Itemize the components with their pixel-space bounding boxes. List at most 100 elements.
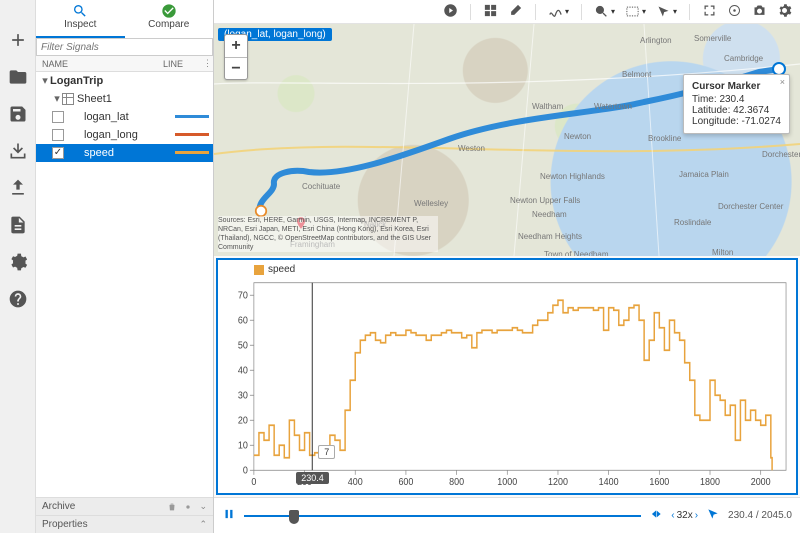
tooltip-close-button[interactable]: ×: [780, 77, 785, 87]
map-zoom-controls: + −: [224, 34, 248, 80]
svg-text:1600: 1600: [649, 477, 669, 489]
cursor-y-label: 7: [318, 445, 335, 459]
map-place-label: Weston: [458, 144, 485, 153]
tree-signal-row[interactable]: logan_long: [36, 126, 213, 144]
signal-line-swatch: [175, 115, 209, 118]
zoom-dropdown[interactable]: ▾: [594, 4, 615, 19]
map-place-label: Cambridge: [724, 54, 763, 63]
signal-label: speed: [84, 147, 175, 159]
tree-sheet-row[interactable]: ▾ Sheet1: [36, 90, 213, 108]
tree-signal-row[interactable]: logan_lat: [36, 108, 213, 126]
chevron-up-icon: ⌃: [199, 519, 207, 530]
map-place-label: Jamaica Plain: [679, 170, 729, 179]
playback-speed-control[interactable]: ‹ 32x ›: [671, 510, 698, 521]
map-place-label: Newton Upper Falls: [510, 196, 580, 205]
cursor-x-label: 230.4: [296, 472, 329, 484]
signal-label: logan_lat: [84, 111, 175, 123]
app-icon-rail: [0, 0, 36, 533]
chevron-down-icon: ⌄: [199, 501, 207, 512]
tree-signal-row[interactable]: ✓ speed: [36, 144, 213, 162]
play-circle-icon[interactable]: [443, 3, 458, 21]
svg-text:1400: 1400: [599, 477, 619, 489]
fit-icon[interactable]: [702, 3, 717, 21]
cursor-arrow-icon: [706, 507, 720, 524]
zoom-in-button[interactable]: +: [225, 35, 247, 57]
signal-panel: Inspect Compare NAME LINE ⋮ ▾ LoganTrip …: [36, 0, 214, 533]
filter-signals-input[interactable]: [36, 38, 213, 56]
signal-line-swatch: [175, 133, 209, 136]
tree-root-label: LoganTrip: [50, 75, 213, 87]
svg-text:0: 0: [243, 465, 248, 477]
inspect-tab-label: Inspect: [36, 19, 125, 30]
svg-text:50: 50: [238, 340, 248, 352]
map-place-label: Needham: [532, 210, 567, 219]
svg-text:2000: 2000: [751, 477, 771, 489]
cursor-dropdown[interactable]: ▾: [656, 4, 677, 19]
plot-toolbar: ▾ ▾ ▾ ▾: [214, 0, 800, 24]
map-place-label: Belmont: [622, 70, 651, 79]
export-icon[interactable]: [8, 178, 28, 201]
map-place-label: Cochituate: [302, 182, 340, 191]
signal-tree: ▾ LoganTrip ▾ Sheet1 logan_lat logan_lon…: [36, 72, 213, 497]
signal-checkbox[interactable]: [52, 129, 64, 141]
pause-button[interactable]: [222, 507, 236, 524]
import-icon[interactable]: [8, 141, 28, 164]
zoom-out-button[interactable]: −: [225, 57, 247, 79]
svg-text:400: 400: [348, 477, 363, 489]
gear-small-icon[interactable]: [183, 502, 193, 512]
compare-tab-label: Compare: [125, 19, 214, 30]
svg-text:60: 60: [238, 315, 248, 327]
folder-icon[interactable]: [8, 67, 28, 90]
archive-panel-toggle[interactable]: Archive ⌄: [36, 497, 213, 515]
map-attribution: Sources: Esri, HERE, Garmin, USGS, Inter…: [218, 216, 438, 252]
map-place-label: Newton Highlands: [540, 172, 605, 181]
signal-style-dropdown[interactable]: ▾: [548, 4, 569, 19]
step-back-button[interactable]: [649, 507, 663, 524]
svg-text:800: 800: [449, 477, 464, 489]
time-readout: 230.4 / 2045.0: [728, 510, 792, 521]
archive-label: Archive: [42, 501, 75, 512]
target-icon[interactable]: [727, 3, 742, 21]
grid-icon[interactable]: [483, 3, 498, 21]
map-place-label: Brookline: [648, 134, 681, 143]
add-icon[interactable]: [8, 30, 28, 53]
document-icon[interactable]: [8, 215, 28, 238]
settings-icon[interactable]: [777, 3, 792, 21]
time-slider[interactable]: [244, 508, 641, 524]
save-icon[interactable]: [8, 104, 28, 127]
slider-thumb[interactable]: [289, 510, 299, 524]
region-dropdown[interactable]: ▾: [625, 4, 646, 19]
cursor-tooltip: × Cursor Marker Time: 230.4 Latitude: 42…: [683, 74, 790, 134]
camera-icon[interactable]: [752, 3, 767, 21]
signal-label: logan_long: [84, 129, 175, 141]
signal-line-swatch: [175, 151, 209, 154]
chart-svg: 0102030405060700200400600800100012001400…: [218, 260, 796, 493]
signal-checkbox[interactable]: [52, 111, 64, 123]
main-area: ▾ ▾ ▾ ▾ (logan_lat, logan_long) + − Camb…: [214, 0, 800, 533]
properties-panel-toggle[interactable]: Properties ⌃: [36, 515, 213, 533]
inspect-tab[interactable]: Inspect: [36, 0, 125, 38]
chart-pane[interactable]: speed 0102030405060700200400600800100012…: [216, 258, 798, 495]
map-place-label: Newton: [564, 132, 591, 141]
help-icon[interactable]: [8, 289, 28, 312]
legend-label: speed: [268, 264, 295, 275]
tree-root-row[interactable]: ▾ LoganTrip: [36, 72, 213, 90]
map-place-label: Milton: [712, 248, 733, 256]
map-place-label: Roslindale: [674, 218, 711, 227]
playback-speed-label: 32x: [677, 510, 693, 521]
svg-text:10: 10: [238, 440, 248, 452]
map-place-label: Dorchester Center: [718, 202, 783, 211]
signal-checkbox[interactable]: ✓: [52, 147, 64, 159]
column-name-header: NAME: [42, 59, 163, 69]
map-pane[interactable]: (logan_lat, logan_long) + − CambridgeSom…: [214, 24, 800, 256]
gear-icon[interactable]: [8, 252, 28, 275]
compare-tab[interactable]: Compare: [125, 0, 214, 38]
map-place-label: Town of Needham: [544, 250, 608, 256]
trash-icon[interactable]: [167, 502, 177, 512]
svg-text:0: 0: [251, 477, 256, 489]
eraser-icon[interactable]: [508, 3, 523, 21]
svg-text:600: 600: [398, 477, 413, 489]
column-menu-icon[interactable]: ⋮: [203, 58, 213, 69]
svg-text:70: 70: [238, 290, 248, 302]
svg-text:1000: 1000: [497, 477, 517, 489]
